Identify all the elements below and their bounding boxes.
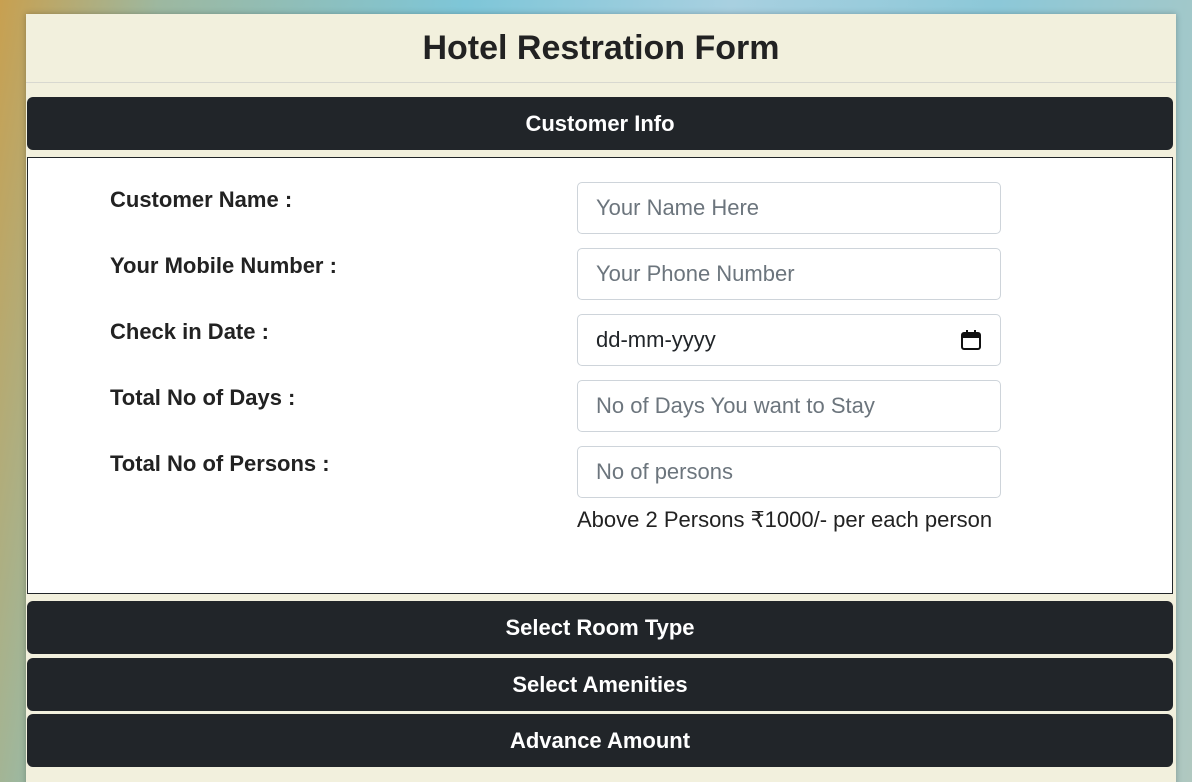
total-persons-input[interactable] bbox=[577, 446, 1001, 498]
check-in-date-label: Check in Date : bbox=[110, 319, 269, 344]
customer-info-section-toggle[interactable]: Customer Info bbox=[27, 97, 1173, 150]
customer-name-label: Customer Name : bbox=[110, 187, 293, 212]
calendar-icon[interactable] bbox=[960, 329, 982, 351]
page-title: Hotel Restration Form bbox=[422, 28, 780, 67]
mobile-number-input[interactable] bbox=[577, 248, 1001, 300]
registration-card: Hotel Restration Form Customer Info Cust… bbox=[26, 14, 1176, 782]
advance-amount-section-toggle[interactable]: Advance Amount bbox=[27, 714, 1173, 767]
total-days-label: Total No of Days : bbox=[110, 385, 296, 410]
customer-info-panel: Customer Name : Your Mobile Number : Che… bbox=[27, 157, 1173, 594]
room-type-section-toggle[interactable]: Select Room Type bbox=[27, 601, 1173, 654]
mobile-number-label: Your Mobile Number : bbox=[110, 253, 337, 278]
check-in-date-input[interactable]: dd-mm-yyyy bbox=[577, 314, 1001, 366]
persons-price-note: Above 2 Persons ₹1000/- per each person bbox=[577, 507, 993, 532]
amenities-section-toggle[interactable]: Select Amenities bbox=[27, 658, 1173, 711]
total-persons-label: Total No of Persons : bbox=[110, 451, 330, 476]
customer-name-input[interactable] bbox=[577, 182, 1001, 234]
form-header: Hotel Restration Form bbox=[26, 14, 1176, 83]
total-days-input[interactable] bbox=[577, 380, 1001, 432]
date-value: dd-mm-yyyy bbox=[596, 327, 716, 352]
